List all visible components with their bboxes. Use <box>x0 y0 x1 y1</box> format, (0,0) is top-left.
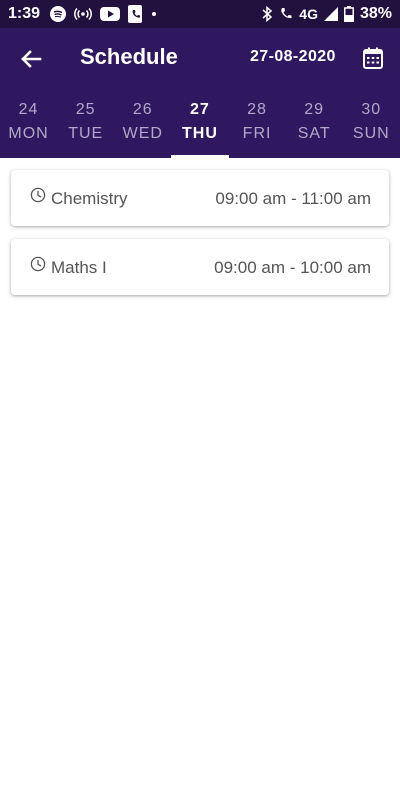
spotify-icon <box>50 6 67 22</box>
volte-call-icon <box>281 8 292 19</box>
day-tab-thu[interactable]: 27 THU <box>171 90 229 158</box>
day-tab-sun[interactable]: 30 SUN <box>343 90 400 158</box>
class-time: 09:00 am - 10:00 am <box>214 258 371 277</box>
subject-name: Maths I <box>51 258 107 277</box>
arrow-left-icon <box>21 50 42 68</box>
day-name: MON <box>8 125 49 142</box>
day-name: SUN <box>352 125 390 142</box>
selected-date: 27-08-2020 <box>250 48 336 65</box>
app-bar: Schedule 27-08-2020 <box>0 28 400 90</box>
day-name: TUE <box>68 125 104 142</box>
clock-icon <box>30 256 46 272</box>
day-name: FRI <box>242 125 272 142</box>
day-tab-mon[interactable]: 24 MON <box>0 90 57 158</box>
back-button[interactable] <box>17 45 45 73</box>
day-name: SAT <box>297 125 331 142</box>
system-status: 4G 38% <box>261 5 392 23</box>
calendar-icon <box>363 47 383 69</box>
day-tab-fri[interactable]: 28 FRI <box>229 90 286 158</box>
schedule-card[interactable]: Maths I 09:00 am - 10:00 am <box>11 239 389 295</box>
day-tab-sat[interactable]: 29 SAT <box>286 90 343 158</box>
day-number: 24 <box>18 101 39 118</box>
day-number: 27 <box>190 101 210 118</box>
clock-icon <box>30 187 46 203</box>
day-tabs: 24 MON 25 TUE 26 WED 27 THU 28 FRI 29 SA… <box>0 90 400 158</box>
status-time: 1:39 <box>8 5 41 22</box>
more-notifications-dot-icon <box>152 12 157 16</box>
page-title: Schedule <box>80 44 178 69</box>
signal-icon <box>323 7 338 21</box>
calendar-button[interactable] <box>360 44 386 72</box>
status-bar: 1:39 4G 38% <box>0 0 400 28</box>
day-number: 28 <box>247 101 267 118</box>
day-number: 26 <box>132 101 153 118</box>
day-tab-wed[interactable]: 26 WED <box>114 90 171 158</box>
notification-icons <box>50 5 158 23</box>
phone-app-icon <box>128 5 143 23</box>
bluetooth-icon <box>262 6 273 22</box>
day-number: 25 <box>75 101 96 118</box>
hotspot-icon <box>74 7 92 21</box>
day-name: WED <box>122 125 163 142</box>
subject-name: Chemistry <box>51 189 128 208</box>
day-number: 29 <box>304 101 325 118</box>
class-time: 09:00 am - 11:00 am <box>215 189 371 208</box>
network-type-label: 4G <box>299 6 318 22</box>
day-number: 30 <box>361 101 382 118</box>
battery-icon <box>343 6 354 22</box>
day-name: THU <box>181 125 218 142</box>
day-tab-tue[interactable]: 25 TUE <box>57 90 114 158</box>
schedule-card[interactable]: Chemistry 09:00 am - 11:00 am <box>11 170 389 226</box>
youtube-icon <box>100 7 121 21</box>
battery-percent: 38% <box>359 5 392 22</box>
